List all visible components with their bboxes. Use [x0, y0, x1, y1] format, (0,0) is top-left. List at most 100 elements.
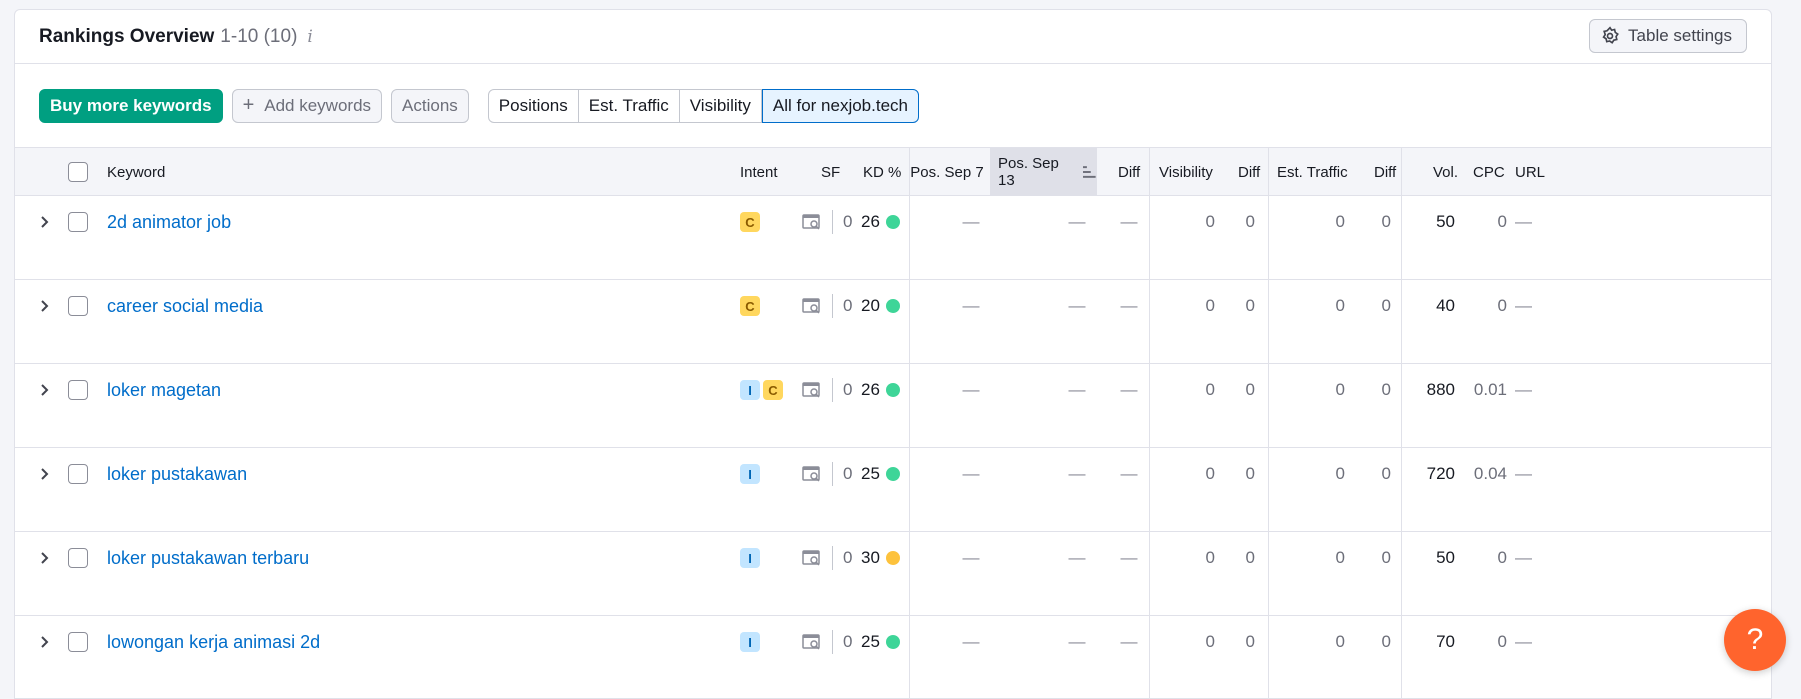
col-cpc[interactable]: CPC: [1473, 148, 1505, 196]
table-row: loker pustakawan I 0 25 — — — 0 0 0 0 720 0.04 —: [15, 448, 1771, 532]
diff-position-cell: —: [1120, 380, 1138, 399]
volume-cell: 40: [1436, 296, 1455, 315]
expand-row-button[interactable]: [40, 462, 50, 486]
tab-all-for-domain[interactable]: All for nexjob.tech: [761, 88, 919, 123]
col-diff-position[interactable]: Diff: [1118, 148, 1140, 196]
intent-cell: C: [740, 210, 763, 234]
pos-sep-13-cell: —: [1068, 296, 1086, 315]
intent-badge: C: [763, 380, 783, 400]
keyword-link[interactable]: loker pustakawan terbaru: [107, 546, 309, 570]
info-icon[interactable]: i: [307, 27, 312, 47]
sf-cell: 0: [802, 210, 852, 234]
keyword-link[interactable]: 2d animator job: [107, 210, 231, 234]
kd-cell: 25: [861, 630, 900, 654]
serp-features-icon[interactable]: [802, 549, 822, 567]
view-tabs: Positions Est. Traffic Visibility All fo…: [487, 88, 919, 123]
diff-traffic-cell: 0: [1381, 380, 1391, 399]
chevron-right-icon: [41, 216, 49, 228]
col-intent[interactable]: Intent: [740, 148, 778, 196]
intent-cell: IC: [740, 378, 786, 402]
kd-value: 26: [861, 380, 880, 399]
expand-row-button[interactable]: [40, 630, 50, 654]
row-checkbox-cell: [68, 546, 88, 570]
col-pos-sep-13[interactable]: Pos. Sep 13: [990, 148, 1097, 196]
est-traffic-cell: 0: [1335, 632, 1345, 651]
col-kd[interactable]: KD %: [863, 148, 901, 196]
serp-features-icon[interactable]: [802, 381, 822, 399]
tab-positions[interactable]: Positions: [487, 88, 579, 123]
table-settings-button[interactable]: Table settings: [1589, 19, 1747, 53]
sort-icon: [1083, 166, 1097, 178]
select-all-checkbox[interactable]: [68, 162, 88, 182]
diff-traffic-cell: 0: [1381, 212, 1391, 231]
diff-visibility-cell: 0: [1245, 296, 1255, 315]
col-diff-traffic[interactable]: Diff: [1374, 148, 1396, 196]
row-checkbox[interactable]: [68, 632, 88, 652]
col-keyword[interactable]: Keyword: [107, 148, 165, 196]
row-checkbox[interactable]: [68, 464, 88, 484]
serp-features-icon[interactable]: [802, 297, 822, 315]
est-traffic-cell: 0: [1335, 296, 1345, 315]
kd-difficulty-dot: [885, 215, 900, 229]
diff-position-cell: —: [1120, 548, 1138, 567]
pos-sep-13-cell: —: [1068, 548, 1086, 567]
cpc-cell: 0: [1497, 548, 1507, 567]
chevron-right-icon: [41, 468, 49, 480]
cpc-cell: 0: [1497, 212, 1507, 231]
col-est-traffic[interactable]: Est. Traffic: [1277, 148, 1348, 196]
url-cell: —: [1515, 632, 1532, 651]
tab-est-traffic[interactable]: Est. Traffic: [578, 88, 680, 123]
col-sf[interactable]: SF: [821, 148, 840, 196]
keyword-link[interactable]: lowongan kerja animasi 2d: [107, 630, 320, 654]
sf-separator: [832, 294, 833, 318]
col-visibility[interactable]: Visibility: [1159, 148, 1213, 196]
toolbar: Buy more keywords + Add keywords Actions…: [15, 64, 1771, 147]
rankings-panel: Rankings Overview 1-10 (10) i Table sett…: [14, 9, 1772, 699]
actions-button[interactable]: Actions: [391, 88, 469, 123]
expand-row-button[interactable]: [40, 546, 50, 570]
expand-row-button[interactable]: [40, 294, 50, 318]
volume-cell: 880: [1426, 380, 1455, 399]
table-row: loker pustakawan terbaru I 0 30 — — — 0 0 0 0 50 0 —: [15, 532, 1771, 616]
pos-sep-13-cell: —: [1068, 380, 1086, 399]
diff-position-cell: —: [1120, 296, 1138, 315]
visibility-cell: 0: [1205, 380, 1215, 399]
row-checkbox-cell: [68, 210, 88, 234]
row-checkbox[interactable]: [68, 212, 88, 232]
plus-icon: +: [242, 94, 255, 116]
col-url[interactable]: URL: [1515, 148, 1545, 196]
diff-position-cell: —: [1120, 464, 1138, 483]
row-checkbox[interactable]: [68, 296, 88, 316]
serp-features-icon[interactable]: [802, 633, 822, 651]
expand-row-button[interactable]: [40, 210, 50, 234]
diff-visibility-cell: 0: [1245, 464, 1255, 483]
intent-badge: I: [740, 464, 760, 484]
col-diff-visibility[interactable]: Diff: [1238, 148, 1260, 196]
col-pos-sep-7[interactable]: Pos. Sep 7: [907, 148, 987, 196]
serp-features-icon[interactable]: [802, 465, 822, 483]
intent-badge: I: [740, 548, 760, 568]
keyword-link[interactable]: career social media: [107, 294, 263, 318]
keyword-link[interactable]: loker magetan: [107, 378, 221, 402]
add-keywords-button[interactable]: + Add keywords: [231, 88, 383, 123]
row-checkbox-cell: [68, 294, 88, 318]
keyword-link[interactable]: loker pustakawan: [107, 462, 247, 486]
chevron-right-icon: [41, 384, 49, 396]
select-all-checkbox-cell: [68, 148, 88, 196]
serp-features-icon[interactable]: [802, 213, 822, 231]
expand-row-button[interactable]: [40, 378, 50, 402]
col-volume[interactable]: Vol.: [1433, 148, 1458, 196]
buy-more-keywords-button[interactable]: Buy more keywords: [39, 88, 223, 123]
row-checkbox[interactable]: [68, 548, 88, 568]
table-row: career social media C 0 20 — — — 0 0 0 0 40 0 —: [15, 280, 1771, 364]
kd-value: 25: [861, 464, 880, 483]
sf-separator: [832, 546, 833, 570]
intent-badge: I: [740, 632, 760, 652]
sf-count: 0: [843, 296, 853, 315]
tab-visibility[interactable]: Visibility: [679, 88, 762, 123]
diff-traffic-cell: 0: [1381, 296, 1391, 315]
kd-value: 30: [861, 548, 880, 567]
help-button[interactable]: ?: [1724, 609, 1786, 671]
url-cell: —: [1515, 380, 1532, 399]
row-checkbox[interactable]: [68, 380, 88, 400]
